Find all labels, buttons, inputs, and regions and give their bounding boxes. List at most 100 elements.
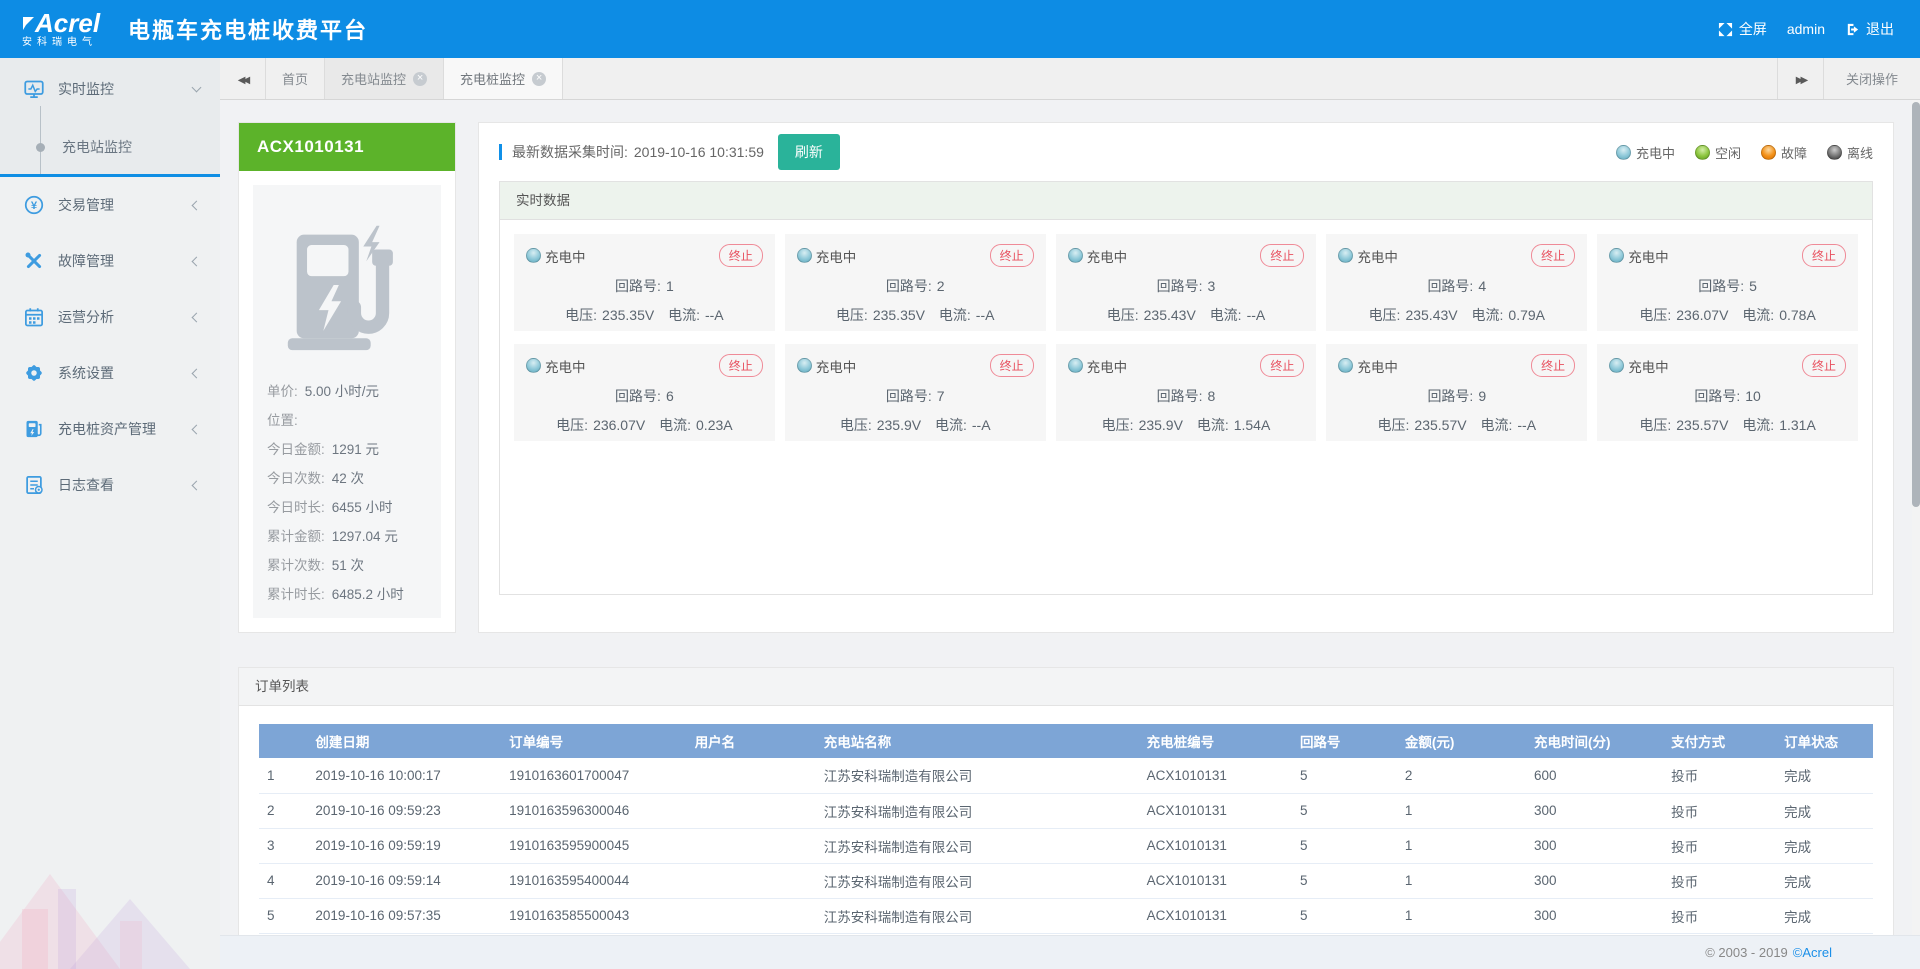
stop-charging-button[interactable]: 终止 xyxy=(990,244,1034,267)
table-row[interactable]: 4 2019-10-16 09:59:14 1910163595400044 江… xyxy=(259,863,1873,898)
orders-rows: 1 2019-10-16 10:00:17 1910163601700047 江… xyxy=(259,758,1873,933)
sidebar-item-pile-assets[interactable]: 充电桩资产管理 xyxy=(0,401,220,457)
refresh-button[interactable]: 刷新 xyxy=(778,134,840,170)
close-tab-icon[interactable] xyxy=(532,72,546,86)
tabs-scroll-right-button[interactable] xyxy=(1777,58,1823,99)
circuit-status-label: 充电中 xyxy=(545,246,586,266)
tree-dot-icon xyxy=(36,143,45,152)
charging-status-sphere-icon xyxy=(526,358,541,373)
circuit-number-line: 回路号:1 xyxy=(526,276,763,296)
circuit-card: 充电中 终止 回路号:7 电压:235.9V 电流:--A xyxy=(785,344,1046,441)
voltage-current-line: 电压:235.57V 电流:--A xyxy=(1338,415,1575,435)
sidebar-item-label: 实时监控 xyxy=(58,79,193,99)
logo-subtext: 安科瑞电气 xyxy=(22,38,97,48)
close-tab-icon[interactable] xyxy=(413,72,427,86)
pile-stat-row: 今日时长:6455 小时 xyxy=(267,493,427,522)
charging-status-sphere-icon xyxy=(1338,248,1353,263)
circuit-status-label: 充电中 xyxy=(545,356,586,376)
circuit-number-line: 回路号:2 xyxy=(797,276,1034,296)
gear-icon xyxy=(24,363,44,383)
sidebar-item-faults[interactable]: 故障管理 xyxy=(0,233,220,289)
chevron-left-icon xyxy=(192,256,202,266)
pile-stat-row: 今日金额:1291 元 xyxy=(267,435,427,464)
circuit-status-label: 充电中 xyxy=(1087,246,1128,266)
tab-pile-monitor[interactable]: 充电桩监控 xyxy=(444,58,563,99)
chevron-down-icon xyxy=(192,83,202,93)
circuit-number-line: 回路号:4 xyxy=(1338,276,1575,296)
stop-charging-button[interactable]: 终止 xyxy=(1260,354,1304,377)
tabs-scroll-left-button[interactable] xyxy=(220,58,266,99)
stop-charging-button[interactable]: 终止 xyxy=(1260,244,1304,267)
legend-item: 离线 xyxy=(1827,143,1873,162)
circuit-status-label: 充电中 xyxy=(1628,356,1669,376)
circuit-card: 充电中 终止 回路号:5 电压:236.07V 电流:0.78A xyxy=(1597,234,1858,331)
voltage-current-line: 电压:235.43V 电流:--A xyxy=(1068,305,1305,325)
fullscreen-button[interactable]: 全屏 xyxy=(1718,19,1767,39)
sidebar-item-station-monitor[interactable]: 充电站监控 xyxy=(0,120,220,174)
brand-link[interactable]: ©Acrel xyxy=(1793,945,1832,960)
charging-status-sphere-icon xyxy=(1068,358,1083,373)
pile-stat-row: 单价:5.00 小时/元 xyxy=(267,377,427,406)
page-title: 电瓶车充电桩收费平台 xyxy=(128,13,368,45)
circuit-card: 充电中 终止 回路号:4 电压:235.43V 电流:0.79A xyxy=(1326,234,1587,331)
table-row[interactable]: 5 2019-10-16 09:57:35 1910163585500043 江… xyxy=(259,898,1873,933)
decorative-skyline xyxy=(0,829,220,969)
circuit-status-label: 充电中 xyxy=(1357,356,1398,376)
orders-panel: 订单列表 创建日期订单编号用户名充电站名称充电桩编号回路号金额(元)充电时间(分… xyxy=(238,667,1894,935)
user-menu[interactable]: admin xyxy=(1787,21,1825,37)
sidebar-item-realtime-monitor[interactable]: 实时监控 xyxy=(0,58,220,120)
status-sphere-icon xyxy=(1827,145,1842,160)
pile-stats-list: 单价:5.00 小时/元 位置: 今日金额:1291 元 今日次数:42 次 今… xyxy=(267,377,427,609)
table-row[interactable]: 2 2019-10-16 09:59:23 1910163596300046 江… xyxy=(259,793,1873,828)
sidebar-item-settings[interactable]: 系统设置 xyxy=(0,345,220,401)
circuit-card: 充电中 终止 回路号:6 电压:236.07V 电流:0.23A xyxy=(514,344,775,441)
sidebar-item-analytics[interactable]: 运营分析 xyxy=(0,289,220,345)
charging-status-sphere-icon xyxy=(1068,248,1083,263)
scrollbar-thumb[interactable] xyxy=(1912,102,1920,507)
realtime-data-box: 实时数据 充电中 终止 回路号:1 xyxy=(499,181,1873,595)
vertical-scrollbar[interactable] xyxy=(1912,100,1920,935)
tab-home[interactable]: 首页 xyxy=(266,58,325,99)
column-header: 订单状态 xyxy=(1776,724,1873,758)
close-operations-button[interactable]: 关闭操作 xyxy=(1823,58,1920,99)
sidebar-item-logs[interactable]: 日志查看 xyxy=(0,457,220,513)
table-row[interactable]: 3 2019-10-16 09:59:19 1910163595900045 江… xyxy=(259,828,1873,863)
sidebar-subitem-label: 充电站监控 xyxy=(62,137,132,157)
circuit-card: 充电中 终止 回路号:2 电压:235.35V 电流:--A xyxy=(785,234,1046,331)
stop-charging-button[interactable]: 终止 xyxy=(990,354,1034,377)
circuit-status-label: 充电中 xyxy=(1628,246,1669,266)
tab-station-monitor[interactable]: 充电站监控 xyxy=(325,58,444,99)
stop-charging-button[interactable]: 终止 xyxy=(1802,354,1846,377)
legend-item: 充电中 xyxy=(1616,143,1675,162)
stop-charging-button[interactable]: 终止 xyxy=(719,244,763,267)
table-row[interactable]: 1 2019-10-16 10:00:17 1910163601700047 江… xyxy=(259,758,1873,793)
tree-line xyxy=(40,106,41,174)
charging-status-sphere-icon xyxy=(1609,248,1624,263)
voltage-current-line: 电压:235.35V 电流:--A xyxy=(526,305,763,325)
voltage-current-line: 电压:236.07V 电流:0.23A xyxy=(526,415,763,435)
pile-stat-row: 今日次数:42 次 xyxy=(267,464,427,493)
sidebar-section-realtime: 实时监控 充电站监控 xyxy=(0,58,220,177)
charging-status-sphere-icon xyxy=(526,248,541,263)
copyright-text: © 2003 - 2019 xyxy=(1705,945,1788,960)
legend-item: 空闲 xyxy=(1695,143,1741,162)
tools-icon xyxy=(24,251,44,271)
status-sphere-icon xyxy=(1761,145,1776,160)
top-header-bar: Acrel 安科瑞电气 电瓶车充电桩收费平台 全屏 admin 退出 xyxy=(0,0,1920,58)
circuit-number-line: 回路号:6 xyxy=(526,386,763,406)
stop-charging-button[interactable]: 终止 xyxy=(719,354,763,377)
stop-charging-button[interactable]: 终止 xyxy=(1531,244,1575,267)
logo-flag-icon xyxy=(22,15,35,32)
footer-bar: © 2003 - 2019 ©Acrel xyxy=(220,935,1920,969)
sidebar-item-transactions[interactable]: ¥ 交易管理 xyxy=(0,177,220,233)
charging-status-sphere-icon xyxy=(797,358,812,373)
status-legend: 充电中 空闲 故障 离线 xyxy=(1616,143,1873,162)
logo-text: Acrel xyxy=(35,10,100,36)
status-sphere-icon xyxy=(1616,145,1631,160)
stop-charging-button[interactable]: 终止 xyxy=(1531,354,1575,377)
chevron-left-icon xyxy=(192,480,202,490)
logout-button[interactable]: 退出 xyxy=(1845,19,1894,39)
stop-charging-button[interactable]: 终止 xyxy=(1802,244,1846,267)
circuit-card: 充电中 终止 回路号:9 电压:235.57V 电流:--A xyxy=(1326,344,1587,441)
sidebar-nav: 实时监控 充电站监控 ¥ 交易管理 故障管理 xyxy=(0,58,220,969)
